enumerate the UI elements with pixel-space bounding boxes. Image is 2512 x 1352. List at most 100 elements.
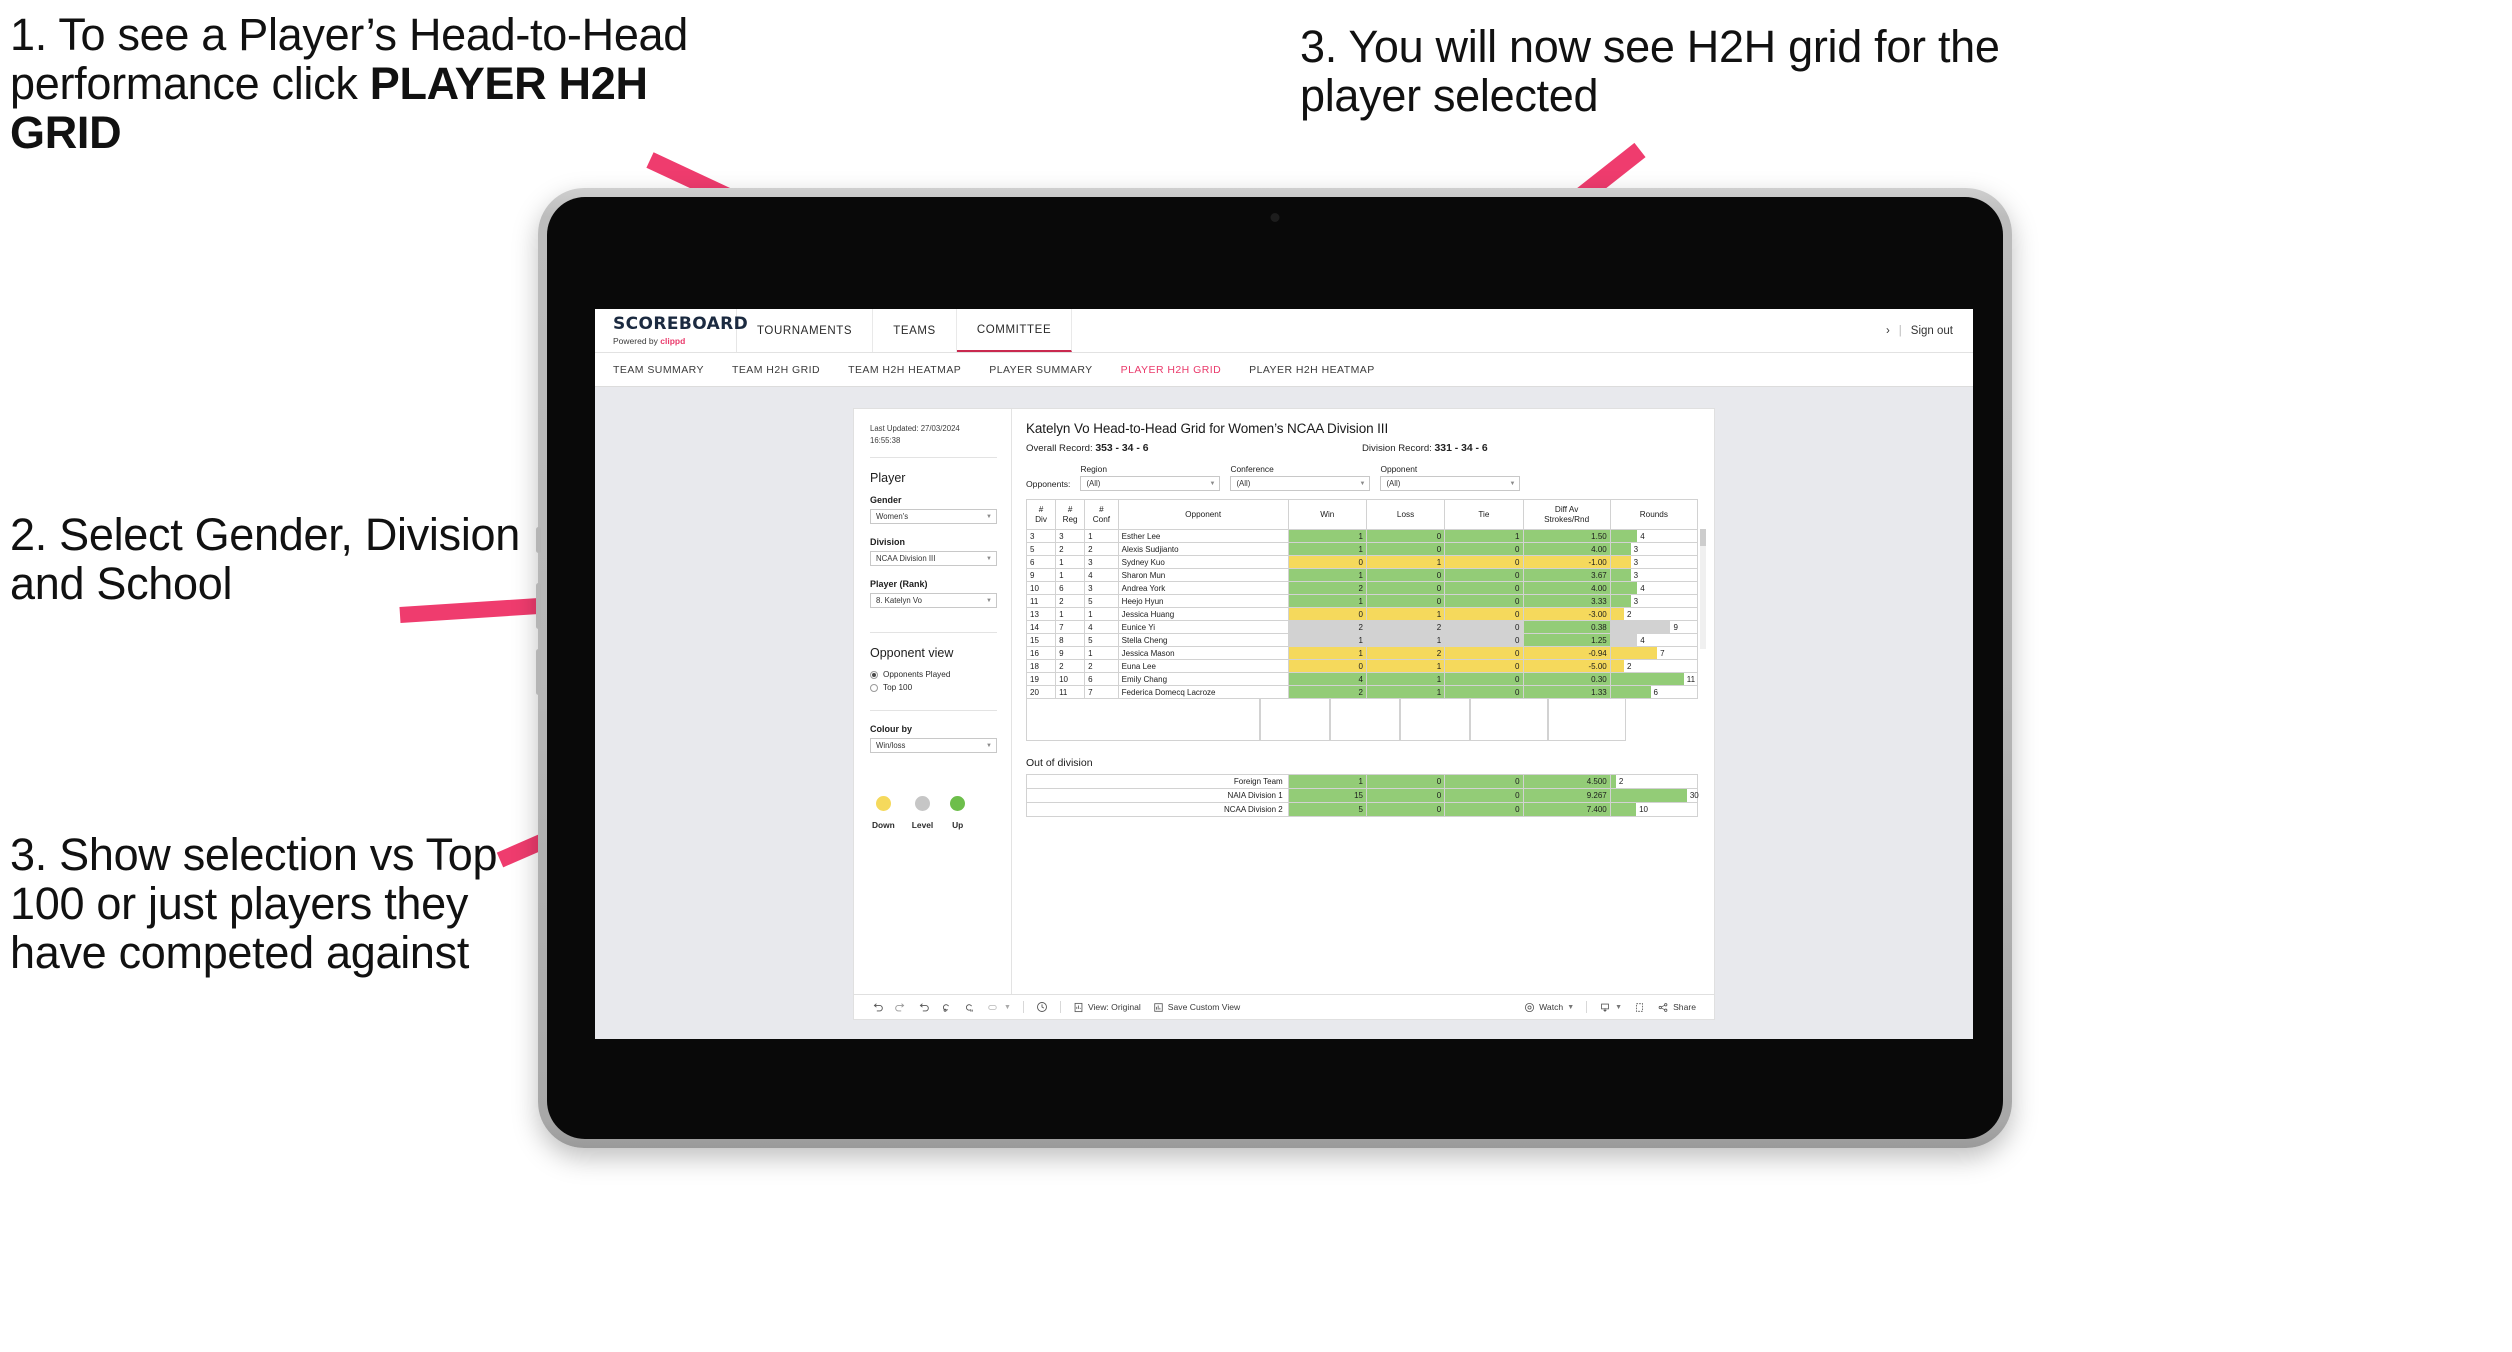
cell-reg: 6 <box>1055 581 1086 595</box>
table-row[interactable]: 20 11 7 Federica Domecq Lacroze 2 1 0 1.33 6 <box>1025 685 1699 699</box>
device-button-volume-down[interactable] <box>536 649 541 695</box>
table-scrollbar-thumb[interactable] <box>1700 529 1706 546</box>
cell-reg: 1 <box>1055 607 1086 621</box>
save-custom-view-button[interactable]: Save Custom View <box>1147 1002 1246 1013</box>
cell-conf: 1 <box>1084 529 1119 543</box>
signout-link[interactable]: Sign out <box>1911 325 1953 337</box>
player-rank-value: 8. Katelyn Vo <box>876 596 922 606</box>
signout-area: › | Sign out <box>1886 309 1973 352</box>
cell-rounds: 2 <box>1609 607 1699 621</box>
legend-label-level: Level <box>911 820 934 831</box>
cell-rounds: 3 <box>1609 568 1699 582</box>
table-row[interactable]: NAIA Division 1 15 0 0 9.267 30 <box>1026 788 1699 803</box>
tab-team-h2h-heatmap[interactable]: TEAM H2H HEATMAP <box>848 364 961 376</box>
brand-logo[interactable]: SCOREBOARD Powered by clippd <box>595 309 749 352</box>
cell-diff: 1.50 <box>1522 529 1611 543</box>
table-row[interactable]: 10 6 3 Andrea York 2 0 0 4.00 4 <box>1025 581 1699 595</box>
annotation-step-4: 3. You will now see H2H grid for the pla… <box>1300 21 2000 122</box>
chevron-down-icon: ▼ <box>1004 1003 1011 1011</box>
revert-button[interactable] <box>912 1002 935 1013</box>
cell-div: 15 <box>1025 633 1057 647</box>
cell-loss: 1 <box>1365 685 1446 699</box>
pause-refresh-button[interactable] <box>1030 1001 1054 1013</box>
division-label: Division <box>870 537 906 548</box>
undo-button[interactable] <box>866 1002 889 1013</box>
cell-ood-label: Foreign Team <box>1026 774 1289 789</box>
table-row[interactable]: 18 2 2 Euna Lee 0 1 0 -5.00 2 <box>1025 659 1699 673</box>
opponent-view-title: Opponent view <box>870 646 954 661</box>
tab-player-h2h-heatmap[interactable]: PLAYER H2H HEATMAP <box>1249 364 1375 376</box>
last-updated-time: 16:55:38 <box>870 435 901 445</box>
region-label: Region <box>1080 464 1107 474</box>
table-row[interactable]: 14 7 4 Eunice Yi 2 2 0 0.38 9 <box>1025 620 1699 634</box>
table-row[interactable]: 3 3 1 Esther Lee 1 0 1 1.50 4 <box>1025 529 1699 543</box>
table-row[interactable]: 16 9 1 Jessica Mason 1 2 0 -0.94 7 <box>1025 646 1699 660</box>
radio-top-100[interactable]: Top 100 <box>870 683 997 692</box>
cell-rounds: 11 <box>1609 672 1699 686</box>
cell-ood-label: NCAA Division 2 <box>1026 802 1289 817</box>
chevron-down-icon: ▼ <box>1509 480 1516 487</box>
opponent-filter: Opponent (All) ▼ <box>1380 464 1521 491</box>
tab-team-h2h-grid[interactable]: TEAM H2H GRID <box>732 364 820 376</box>
refresh-button[interactable] <box>935 1002 958 1013</box>
share-icon <box>1658 1002 1668 1012</box>
brand-title: SCOREBOARD <box>613 313 749 334</box>
share-button[interactable]: Share <box>1651 1002 1702 1013</box>
tab-team-summary[interactable]: TEAM SUMMARY <box>613 364 704 376</box>
gender-select[interactable]: Women's ▼ <box>870 509 997 525</box>
table-row[interactable]: 9 1 4 Sharon Mun 1 0 0 3.67 3 <box>1025 568 1699 582</box>
pause-data-button[interactable] <box>958 1002 981 1013</box>
cell-ood-loss: 0 <box>1365 788 1446 803</box>
device-button-top[interactable] <box>536 527 541 553</box>
app-header: SCOREBOARD Powered by clippd TOURNAMENTS… <box>595 309 1973 353</box>
nav-item-committee[interactable]: COMMITTEE <box>956 309 1073 352</box>
save-view-icon <box>1154 1002 1163 1012</box>
table-row[interactable]: Foreign Team 1 0 0 4.500 2 <box>1026 774 1699 789</box>
col-loss: Loss <box>1365 499 1446 530</box>
fullscreen-button[interactable] <box>1628 1002 1651 1013</box>
tab-player-summary[interactable]: PLAYER SUMMARY <box>989 364 1092 376</box>
viz-toolbar: ▼ View: Original Save Custom View Watch … <box>854 994 1714 1019</box>
cell-div: 5 <box>1025 542 1057 556</box>
cell-ood-diff: 9.267 <box>1522 788 1611 803</box>
table-row[interactable]: 13 1 1 Jessica Huang 0 1 0 -3.00 2 <box>1025 607 1699 621</box>
cell-diff: -3.00 <box>1522 607 1611 621</box>
h2h-table: #Div #Reg #Conf Opponent Win Loss Tie <box>1025 499 1699 699</box>
conference-select[interactable]: (All) ▼ <box>1230 476 1371 491</box>
view-original-button[interactable]: View: Original <box>1067 1002 1147 1013</box>
back-button[interactable]: ▼ <box>981 1002 1017 1013</box>
share-label: Share <box>1673 1002 1696 1012</box>
redo-button[interactable] <box>889 1002 912 1013</box>
cell-loss: 1 <box>1365 633 1446 647</box>
cell-div: 14 <box>1025 620 1057 634</box>
device-button-volume-up[interactable] <box>536 583 541 629</box>
table-row[interactable]: 5 2 2 Alexis Sudjianto 1 0 0 4.00 3 <box>1025 542 1699 556</box>
opponent-label: Opponent <box>1380 464 1418 474</box>
clock-icon <box>1036 1002 1047 1012</box>
nav-item-teams[interactable]: TEAMS <box>873 309 957 352</box>
table-row[interactable]: 6 1 3 Sydney Kuo 0 1 0 -1.00 3 <box>1025 555 1699 569</box>
cell-loss: 2 <box>1365 620 1446 634</box>
region-select[interactable]: (All) ▼ <box>1080 476 1221 491</box>
table-row[interactable]: 19 10 6 Emily Chang 4 1 0 0.30 11 <box>1025 672 1699 686</box>
colour-by-select[interactable]: Win/loss ▼ <box>870 738 997 754</box>
radio-opponents-played[interactable]: Opponents Played <box>870 670 997 679</box>
cell-div: 18 <box>1025 659 1057 673</box>
table-row[interactable]: 15 8 5 Stella Cheng 1 1 0 1.25 4 <box>1025 633 1699 647</box>
nav-item-tournaments[interactable]: TOURNAMENTS <box>737 309 874 352</box>
table-row[interactable]: 11 2 5 Heejo Hyun 1 0 0 3.33 3 <box>1025 594 1699 608</box>
cell-loss: 1 <box>1365 659 1446 673</box>
cell-conf: 3 <box>1084 555 1119 569</box>
player-rank-select[interactable]: 8. Katelyn Vo ▼ <box>870 593 997 609</box>
watch-button[interactable]: Watch ▼ <box>1518 1002 1580 1013</box>
cell-tie: 0 <box>1444 659 1524 673</box>
h2h-table-wrapper: #Div #Reg #Conf Opponent Win Loss Tie <box>1025 499 1706 741</box>
table-scrollbar[interactable] <box>1700 529 1706 649</box>
download-button[interactable]: ▼ <box>1593 1002 1628 1013</box>
tab-player-h2h-grid[interactable]: PLAYER H2H GRID <box>1121 364 1222 376</box>
division-select[interactable]: NCAA Division III ▼ <box>870 551 997 567</box>
opponent-select[interactable]: (All) ▼ <box>1380 476 1521 491</box>
toolbar-divider <box>1022 1001 1024 1013</box>
dashboard-sheet: Last Updated: 27/03/2024 16:55:38 Player… <box>854 409 1714 1019</box>
table-row[interactable]: NCAA Division 2 5 0 0 7.400 10 <box>1026 802 1699 817</box>
